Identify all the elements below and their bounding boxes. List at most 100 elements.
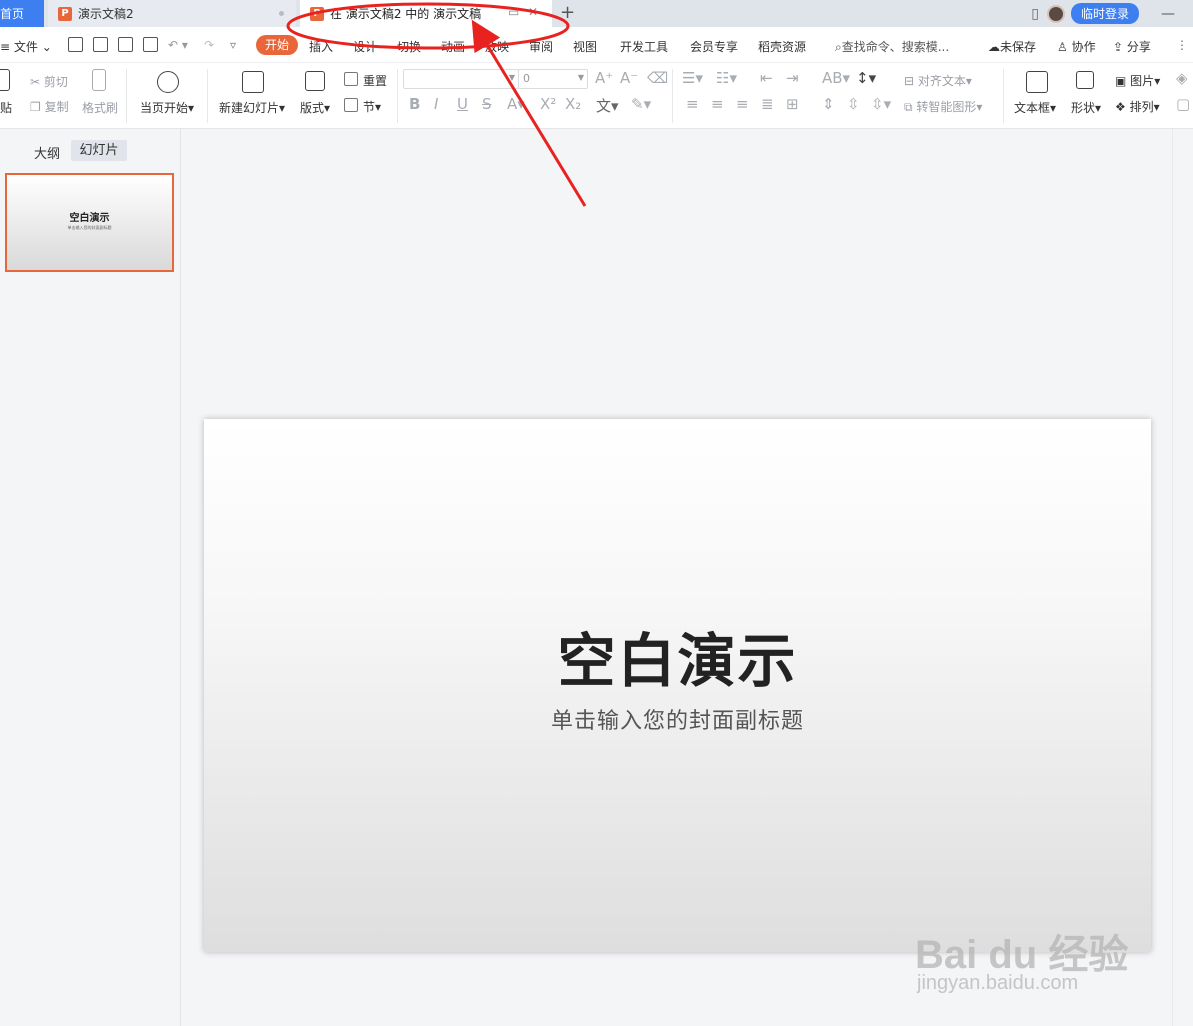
section-button[interactable]: 节▾ [363, 98, 381, 115]
menu-review[interactable]: 审阅 [529, 38, 553, 55]
section-icon[interactable] [344, 98, 358, 112]
new-slide-icon[interactable] [242, 71, 264, 93]
slide[interactable]: 空白演示 单击输入您的封面副标题 [204, 419, 1151, 952]
paste-icon[interactable] [0, 69, 10, 91]
quick-access-more-icon[interactable]: ▿ [230, 38, 236, 52]
undo-icon[interactable]: ↶ ▾ [168, 38, 188, 52]
reset-button[interactable]: 重置 [363, 72, 387, 89]
align-text-button[interactable]: ⊟ 对齐文本▾ [904, 72, 972, 89]
play-icon[interactable] [157, 71, 179, 93]
fill-icon[interactable]: ◈ [1176, 69, 1188, 87]
picture-button[interactable]: ▣ 图片▾ [1115, 72, 1160, 89]
print-icon[interactable] [118, 37, 133, 52]
strikethrough-icon[interactable]: S [482, 95, 492, 113]
numbering-icon[interactable]: ☷▾ [716, 69, 737, 87]
tab-home[interactable]: 首页 [0, 0, 44, 27]
menu-animation[interactable]: 动画 [441, 38, 465, 55]
export-pdf-icon[interactable] [93, 37, 108, 52]
layout-icon[interactable]: ▯ [1031, 6, 1039, 22]
layout-button[interactable]: 版式▾ [300, 99, 330, 116]
text-direction-icon[interactable]: AB▾ [822, 69, 850, 87]
decrease-font-icon[interactable]: A⁻ [620, 69, 638, 87]
collaborate-button[interactable]: ♙ 协作 [1057, 38, 1096, 55]
font-name-select[interactable]: ▼ [403, 69, 519, 89]
bullets-icon[interactable]: ☰▾ [682, 69, 703, 87]
clear-format-icon[interactable]: ⌫ [647, 69, 668, 87]
new-tab-button[interactable]: + [560, 2, 575, 23]
cut-button[interactable]: ✂ 剪切 [30, 73, 68, 90]
print-preview-icon[interactable] [143, 37, 158, 52]
paragraph-spacing-icon[interactable]: ⇕ [822, 95, 835, 113]
unsaved-status[interactable]: ☁未保存 [988, 38, 1036, 55]
slide-panel: 大纲 幻灯片 空白演示 单击输入您的封面副标题 [0, 129, 181, 1026]
increase-font-icon[interactable]: A⁺ [595, 69, 613, 87]
thumbnail-subtitle: 单击输入您的封面副标题 [67, 225, 112, 230]
arrange-button[interactable]: ❖ 排列▾ [1115, 98, 1160, 115]
share-button[interactable]: ⇪ 分享 [1113, 38, 1151, 55]
outline-icon[interactable]: ▢ [1176, 95, 1190, 113]
login-button[interactable]: 临时登录 [1070, 3, 1139, 24]
highlight-icon[interactable]: ✎▾ [631, 95, 651, 113]
textbox-button[interactable]: 文本框▾ [1014, 99, 1056, 116]
menu-member[interactable]: 会员专享 [690, 38, 738, 55]
underline-icon[interactable]: U [457, 95, 468, 113]
tab-slides[interactable]: 幻灯片 [71, 140, 127, 161]
menu-view[interactable]: 视图 [573, 38, 597, 55]
bold-icon[interactable]: B [409, 95, 420, 113]
distribute-icon[interactable]: ⊞ [786, 95, 799, 113]
format-painter-icon[interactable] [92, 69, 106, 91]
phonetic-icon[interactable]: 文▾ [596, 95, 619, 116]
spacing-after-icon[interactable]: ⇳▾ [871, 95, 891, 113]
align-right-icon[interactable]: ≡ [736, 95, 749, 113]
menu-developer[interactable]: 开发工具 [620, 38, 668, 55]
new-slide-button[interactable]: 新建幻灯片▾ [219, 99, 285, 116]
title-bar: 首页 P 演示文稿2 P 在 演示文稿2 中的 演示文稿 ▭ ✕ + ▯ 临时登… [0, 0, 1193, 27]
align-left-icon[interactable]: ≡ [686, 95, 699, 113]
shape-icon[interactable] [1076, 71, 1094, 89]
more-icon[interactable]: ⋮ [1176, 38, 1188, 52]
decrease-indent-icon[interactable]: ⇤ [760, 69, 773, 87]
shape-button[interactable]: 形状▾ [1071, 99, 1101, 116]
slide-title[interactable]: 空白演示 [204, 614, 1151, 698]
vertical-scrollbar[interactable] [1172, 129, 1193, 1026]
close-tab-icon[interactable]: ✕ [528, 5, 538, 19]
copy-button[interactable]: ❐ 复制 [30, 98, 69, 115]
menu-slideshow[interactable]: 放映 [485, 38, 509, 55]
share-icon: ⇪ [1113, 40, 1124, 54]
italic-icon[interactable]: I [434, 95, 438, 113]
increase-indent-icon[interactable]: ⇥ [786, 69, 799, 87]
file-menu[interactable]: ≡ 文件 ⌄ [0, 38, 52, 55]
tab-document-2[interactable]: P 演示文稿2 [48, 0, 296, 27]
command-search[interactable]: ⌕查找命令、搜索模... [835, 38, 949, 55]
menu-start[interactable]: 开始 [256, 35, 298, 55]
format-painter-button[interactable]: 格式刷 [82, 99, 118, 116]
scissors-icon: ✂ [30, 75, 41, 89]
menu-docer[interactable]: 稻壳资源 [758, 38, 806, 55]
tab-active-document[interactable]: P 在 演示文稿2 中的 演示文稿 ▭ ✕ [300, 0, 552, 27]
reset-icon[interactable] [344, 72, 358, 86]
minimize-icon[interactable]: — [1161, 6, 1175, 22]
textbox-icon[interactable] [1026, 71, 1048, 93]
font-color-icon[interactable]: A▾ [507, 95, 525, 113]
menu-insert[interactable]: 插入 [309, 38, 333, 55]
superscript-icon[interactable]: X² [540, 95, 556, 113]
menu-transition[interactable]: 切换 [397, 38, 421, 55]
play-from-current-button[interactable]: 当页开始▾ [140, 99, 194, 116]
align-center-icon[interactable]: ≡ [711, 95, 724, 113]
paste-button[interactable]: 贴 [0, 99, 12, 116]
font-size-select[interactable]: 0 ▼ [518, 69, 588, 89]
slide-subtitle[interactable]: 单击输入您的封面副标题 [204, 703, 1151, 735]
smart-shape-button[interactable]: ⧉ 转智能图形▾ [904, 98, 982, 115]
tab-outline[interactable]: 大纲 [34, 143, 60, 162]
redo-icon[interactable]: ↷ [204, 38, 214, 52]
subscript-icon[interactable]: X₂ [565, 95, 581, 113]
line-spacing-icon[interactable]: ↕▾ [856, 69, 876, 87]
justify-icon[interactable]: ≣ [761, 95, 774, 113]
save-icon[interactable] [68, 37, 83, 52]
menu-design[interactable]: 设计 [353, 38, 377, 55]
spacing-before-icon[interactable]: ⇳ [847, 95, 860, 113]
pin-icon[interactable]: ▭ [508, 5, 519, 19]
layout-icon[interactable] [305, 71, 325, 91]
slide-thumbnail[interactable]: 空白演示 单击输入您的封面副标题 [5, 173, 174, 272]
avatar[interactable] [1046, 4, 1065, 23]
